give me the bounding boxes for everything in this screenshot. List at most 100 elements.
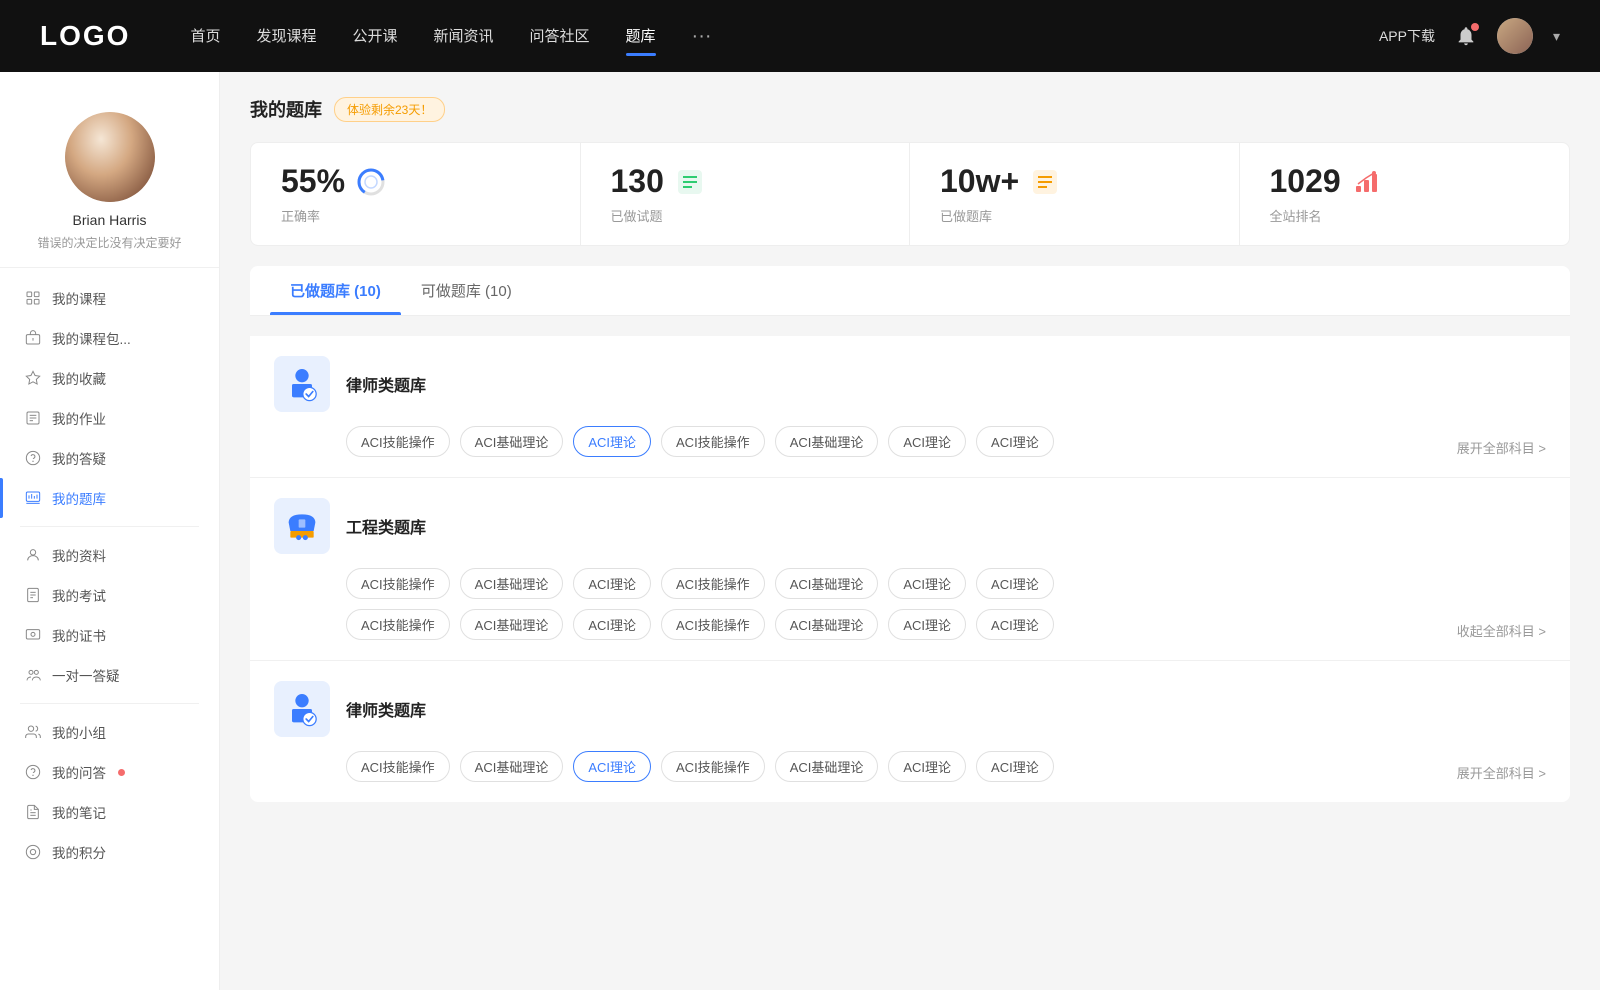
menu-label-homework: 我的作业 — [52, 408, 106, 428]
stat-label-done-banks: 已做题库 — [940, 206, 992, 225]
sidebar-item-note[interactable]: 我的笔记 — [0, 792, 219, 832]
stat-label-done-questions: 已做试题 — [611, 206, 663, 225]
sidebar-item-qa[interactable]: 我的答疑 — [0, 438, 219, 478]
sidebar-item-profile[interactable]: 我的资料 — [0, 535, 219, 575]
stat-value-done-banks: 10w+ — [940, 163, 1019, 200]
sidebar-item-favorite[interactable]: 我的收藏 — [0, 358, 219, 398]
tag-1-1-2[interactable]: ACI理论 — [573, 609, 651, 640]
group-icon — [24, 723, 42, 741]
tag-2-2[interactable]: ACI理论 — [573, 751, 651, 782]
notification-bell[interactable] — [1455, 25, 1477, 47]
sidebar-item-bank[interactable]: 我的题库 — [0, 478, 219, 518]
tags-row-1-1: ACI技能操作 ACI基础理论 ACI理论 ACI技能操作 ACI基础理论 AC… — [346, 609, 1054, 640]
menu-label-package: 我的课程包... — [52, 328, 131, 348]
trial-badge: 体验剩余23天！ — [334, 97, 445, 122]
sidebar-item-group[interactable]: 我的小组 — [0, 712, 219, 752]
tags-row-2: ACI技能操作 ACI基础理论 ACI理论 ACI技能操作 ACI基础理论 AC… — [274, 751, 1054, 782]
stats-grid: 55% 正确率 130 — [250, 142, 1570, 246]
sidebar-item-homework[interactable]: 我的作业 — [0, 398, 219, 438]
nav-bank[interactable]: 题库 — [626, 21, 656, 52]
user-dropdown-arrow[interactable]: ▾ — [1553, 28, 1560, 45]
oneone-icon — [24, 666, 42, 684]
collapse-link-1[interactable]: 收起全部科目 > — [1457, 621, 1546, 640]
sidebar-item-points[interactable]: 我的积分 — [0, 832, 219, 872]
tag-1-0-2[interactable]: ACI理论 — [573, 568, 651, 599]
stat-value-done-questions: 130 — [611, 163, 664, 200]
tag-1-0-3[interactable]: ACI技能操作 — [661, 568, 765, 599]
qa-icon — [24, 449, 42, 467]
logo[interactable]: LOGO — [40, 20, 130, 52]
tag-0-1[interactable]: ACI基础理论 — [460, 426, 564, 457]
tag-2-4[interactable]: ACI基础理论 — [775, 751, 879, 782]
tag-1-1-1[interactable]: ACI基础理论 — [460, 609, 564, 640]
stat-top-accuracy: 55% — [281, 163, 387, 200]
page-header: 我的题库 体验剩余23天！ — [250, 96, 1570, 122]
tag-1-0-4[interactable]: ACI基础理论 — [775, 568, 879, 599]
note-icon — [24, 803, 42, 821]
tag-2-3[interactable]: ACI技能操作 — [661, 751, 765, 782]
app-download-btn[interactable]: APP下载 — [1379, 26, 1435, 46]
homework-icon — [24, 409, 42, 427]
tags-row-wrap-1: ACI技能操作 ACI基础理论 ACI理论 ACI技能操作 ACI基础理论 AC… — [346, 609, 1546, 640]
menu-divider-2 — [20, 703, 199, 704]
notification-dot — [1471, 23, 1479, 31]
nav-qa[interactable]: 问答社区 — [530, 21, 590, 52]
tags-row-0: ACI技能操作 ACI基础理论 ACI理论 ACI技能操作 ACI基础理论 AC… — [274, 426, 1054, 457]
menu-label-course: 我的课程 — [52, 288, 106, 308]
tag-1-1-5[interactable]: ACI理论 — [888, 609, 966, 640]
cert-icon — [24, 626, 42, 644]
tag-1-0-1[interactable]: ACI基础理论 — [460, 568, 564, 599]
sidebar-item-exam[interactable]: 我的考试 — [0, 575, 219, 615]
stat-label-ranking: 全站排名 — [1270, 206, 1322, 225]
tags-row-wrap-0: ACI技能操作 ACI基础理论 ACI理论 ACI技能操作 ACI基础理论 AC… — [274, 426, 1546, 457]
tag-1-0-5[interactable]: ACI理论 — [888, 568, 966, 599]
tag-2-6[interactable]: ACI理论 — [976, 751, 1054, 782]
tab-available-banks[interactable]: 可做题库 (10) — [401, 266, 532, 315]
menu-label-profile: 我的资料 — [52, 545, 106, 565]
qbank-item-1: 工程类题库 ACI技能操作 ACI基础理论 ACI理论 ACI技能操作 ACI基… — [250, 478, 1570, 661]
tag-0-2[interactable]: ACI理论 — [573, 426, 651, 457]
tag-0-6[interactable]: ACI理论 — [976, 426, 1054, 457]
tag-0-5[interactable]: ACI理论 — [888, 426, 966, 457]
tag-1-1-4[interactable]: ACI基础理论 — [775, 609, 879, 640]
user-avatar[interactable] — [1497, 18, 1533, 54]
nav-more[interactable]: ··· — [692, 21, 712, 52]
qbank-name-2: 律师类题库 — [346, 697, 426, 721]
tag-1-1-6[interactable]: ACI理论 — [976, 609, 1054, 640]
stat-top-ranking: 1029 — [1270, 163, 1383, 200]
tag-1-0-6[interactable]: ACI理论 — [976, 568, 1054, 599]
tag-2-0[interactable]: ACI技能操作 — [346, 751, 450, 782]
nav-discover[interactable]: 发现课程 — [256, 21, 316, 52]
sidebar-item-oneone[interactable]: 一对一答疑 — [0, 655, 219, 695]
tag-1-0-0[interactable]: ACI技能操作 — [346, 568, 450, 599]
tag-2-5[interactable]: ACI理论 — [888, 751, 966, 782]
tag-0-0[interactable]: ACI技能操作 — [346, 426, 450, 457]
nav-home[interactable]: 首页 — [190, 21, 220, 52]
menu-label-bank: 我的题库 — [52, 488, 106, 508]
tag-0-3[interactable]: ACI技能操作 — [661, 426, 765, 457]
sidebar-item-question[interactable]: 我的问答 — [0, 752, 219, 792]
sidebar: Brian Harris 错误的决定比没有决定要好 我的课程 我的课程包... — [0, 72, 220, 990]
tag-2-1[interactable]: ACI基础理论 — [460, 751, 564, 782]
sidebar-item-package[interactable]: 我的课程包... — [0, 318, 219, 358]
expand-link-0[interactable]: 展开全部科目 > — [1457, 438, 1546, 457]
nav-news[interactable]: 新闻资讯 — [434, 21, 494, 52]
expand-link-2[interactable]: 展开全部科目 > — [1457, 763, 1546, 782]
tags-row-1-0: ACI技能操作 ACI基础理论 ACI理论 ACI技能操作 ACI基础理论 AC… — [346, 568, 1546, 599]
qbank-header-2: 律师类题库 — [274, 681, 1546, 737]
menu-label-exam: 我的考试 — [52, 585, 106, 605]
sidebar-item-course[interactable]: 我的课程 — [0, 278, 219, 318]
tag-1-1-0[interactable]: ACI技能操作 — [346, 609, 450, 640]
bar-red-icon — [1351, 166, 1383, 198]
question-icon — [24, 763, 42, 781]
nav-opencourse[interactable]: 公开课 — [352, 21, 397, 52]
tab-done-banks[interactable]: 已做题库 (10) — [270, 266, 401, 315]
tag-1-1-3[interactable]: ACI技能操作 — [661, 609, 765, 640]
stat-label-accuracy: 正确率 — [281, 206, 320, 225]
qbank-header-1: 工程类题库 — [274, 498, 1546, 554]
stat-value-accuracy: 55% — [281, 163, 345, 200]
tag-0-4[interactable]: ACI基础理论 — [775, 426, 879, 457]
sidebar-item-cert[interactable]: 我的证书 — [0, 615, 219, 655]
nav: 首页 发现课程 公开课 新闻资讯 问答社区 题库 ··· — [190, 21, 1379, 52]
page-title: 我的题库 — [250, 96, 322, 122]
